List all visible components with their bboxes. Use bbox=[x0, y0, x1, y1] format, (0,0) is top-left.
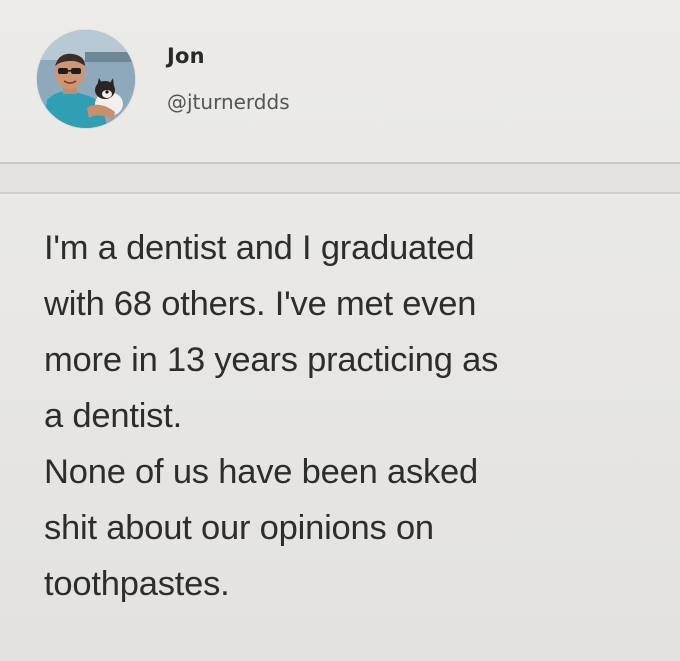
author-handle[interactable]: @jturnerdds bbox=[167, 90, 290, 114]
post-text-line: toothpastes. bbox=[44, 565, 230, 603]
body-divider bbox=[0, 192, 680, 194]
post-text: I'm a dentist and I graduated with 68 ot… bbox=[44, 220, 664, 612]
post-card: Jon @jturnerdds I'm a dentist and I grad… bbox=[0, 0, 680, 661]
post-text-line: more in 13 years practicing as bbox=[44, 341, 499, 379]
post-header: Jon @jturnerdds bbox=[0, 0, 680, 160]
post-text-line: None of us have been asked bbox=[44, 453, 479, 491]
separator-band bbox=[0, 164, 680, 192]
author-name[interactable]: Jon bbox=[167, 44, 205, 68]
post-text-line: shit about our opinions on bbox=[44, 509, 434, 547]
post-text-line: a dentist. bbox=[44, 397, 183, 435]
post-text-line: I'm a dentist and I graduated bbox=[44, 229, 475, 267]
avatar-image bbox=[37, 30, 135, 128]
post-text-line: with 68 others. I've met even bbox=[44, 285, 477, 323]
avatar[interactable] bbox=[37, 30, 135, 128]
